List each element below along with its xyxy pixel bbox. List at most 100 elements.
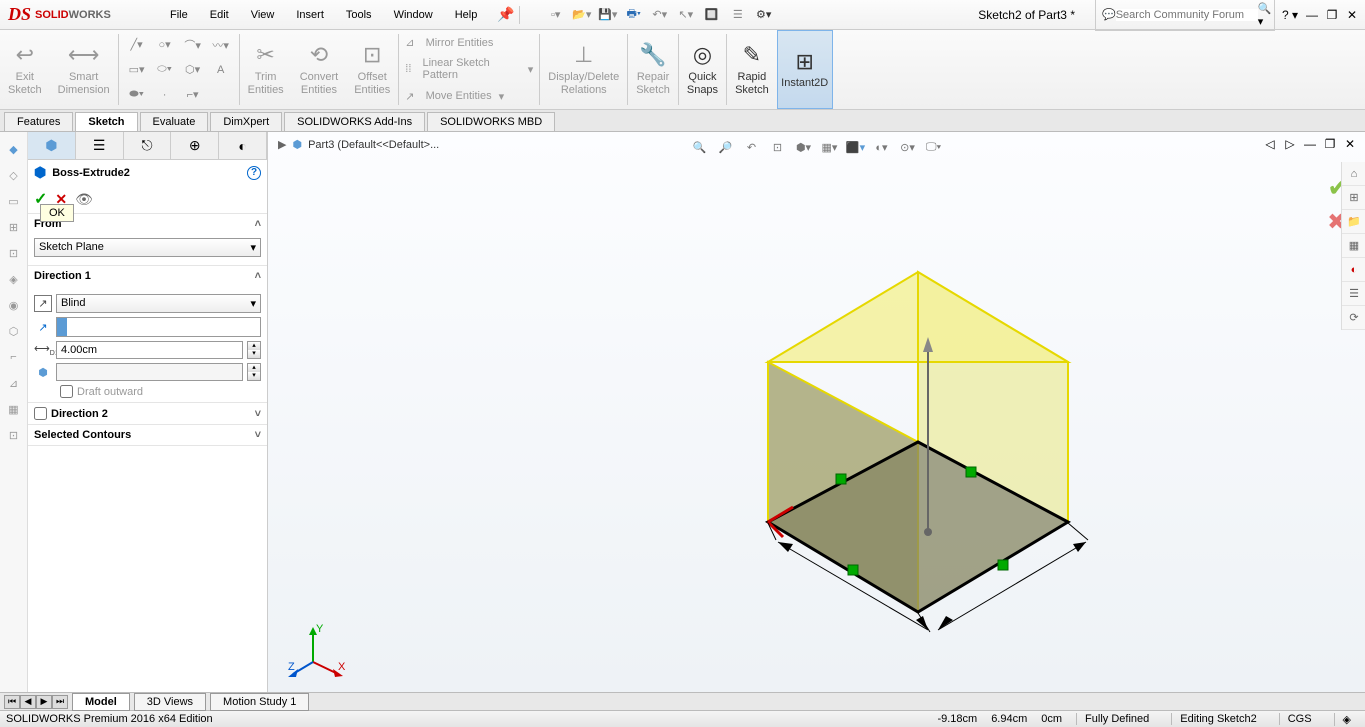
ls-assembly-icon[interactable]: ◇ — [3, 164, 25, 186]
vp-max[interactable]: ❐ — [1321, 136, 1339, 152]
undo-icon[interactable]: ↶▾ — [648, 4, 672, 26]
rs-folder-icon[interactable]: 📁 — [1342, 210, 1365, 234]
smart-dimension-button[interactable]: ⟷Smart Dimension — [50, 30, 118, 109]
breadcrumb-expand[interactable]: ▶ — [278, 138, 286, 151]
contours-header[interactable]: Selected Contours˅ — [28, 425, 267, 445]
tab-model[interactable]: Model — [72, 693, 130, 711]
move-icon[interactable]: ↗ — [405, 90, 414, 103]
preview-button[interactable]: 👁 — [75, 191, 93, 208]
draft-outward-checkbox[interactable] — [60, 385, 73, 398]
search-input[interactable] — [1116, 9, 1258, 21]
direction1-header[interactable]: Direction 1˄ — [28, 266, 267, 286]
search-box[interactable]: 💬 🔍▾ — [1095, 0, 1275, 31]
view-orient-icon[interactable]: ⬢▾ — [793, 136, 815, 158]
depth-input[interactable] — [56, 341, 243, 359]
rs-forum-icon[interactable]: ⟳ — [1342, 306, 1365, 330]
tab-first[interactable]: ⏮ — [4, 695, 20, 709]
ls-icon-7[interactable]: ◉ — [3, 294, 25, 316]
display-style-icon[interactable]: ▦▾ — [819, 136, 841, 158]
repair-sketch-button[interactable]: 🔧Repair Sketch — [628, 30, 678, 109]
rs-prop-icon[interactable]: ☰ — [1342, 282, 1365, 306]
poly-icon[interactable]: ⬡▾ — [181, 59, 205, 81]
direction2-checkbox[interactable] — [34, 407, 47, 420]
offset-entities-button[interactable]: ⊡Offset Entities — [346, 30, 398, 109]
rs-home-icon[interactable]: ⌂ — [1342, 162, 1365, 186]
tab-sketch[interactable]: Sketch — [75, 112, 137, 131]
tab-motion[interactable]: Motion Study 1 — [210, 693, 309, 711]
open-icon[interactable]: 📂▾ — [570, 4, 594, 26]
ellipse-icon[interactable]: ⬬▾ — [125, 84, 149, 106]
close-button[interactable]: ✕ — [1343, 7, 1361, 23]
depth-spinner[interactable]: ▴▾ — [247, 341, 261, 359]
minimize-button[interactable]: — — [1303, 7, 1321, 23]
new-icon[interactable]: ▫▾ — [544, 4, 568, 26]
rapid-sketch-button[interactable]: ✎Rapid Sketch — [727, 30, 777, 109]
prop-tab-display[interactable]: ⎋ — [124, 132, 172, 159]
rebuild-icon[interactable]: 🔲 — [700, 4, 724, 26]
tab-next[interactable]: ▶ — [36, 695, 52, 709]
rs-appear-icon[interactable]: ◐ — [1342, 258, 1365, 282]
ls-drawing-icon[interactable]: ▭ — [3, 190, 25, 212]
tab-evaluate[interactable]: Evaluate — [140, 112, 209, 131]
options-icon[interactable]: ⚙▾ — [752, 4, 776, 26]
maximize-button[interactable]: ❐ — [1323, 7, 1341, 23]
ls-icon-9[interactable]: ⌐ — [3, 346, 25, 368]
apply-scene-icon[interactable]: ⊙▾ — [897, 136, 919, 158]
print-icon[interactable]: 🖶▾ — [622, 4, 646, 26]
tab-3dviews[interactable]: 3D Views — [134, 693, 206, 711]
hide-show-icon[interactable]: ⬛▾ — [845, 136, 867, 158]
convert-entities-button[interactable]: ⟲Convert Entities — [292, 30, 347, 109]
draft-input[interactable] — [56, 363, 243, 381]
zoom-area-icon[interactable]: 🔎 — [715, 136, 737, 158]
fillet-icon[interactable]: ⌐▾ — [181, 84, 205, 106]
help-dropdown[interactable]: ? ▾ — [1281, 7, 1299, 23]
vp-next[interactable]: ▷ — [1281, 136, 1299, 152]
end-condition-select[interactable]: Blind▾ — [56, 294, 261, 313]
quick-snaps-button[interactable]: ◎Quick Snaps — [679, 30, 726, 109]
3d-viewport[interactable]: ▶ ⬢ Part3 (Default<<Default>... 🔍 🔎 ↶ ⊡ … — [268, 132, 1365, 692]
section-icon[interactable]: ⊡ — [767, 136, 789, 158]
instant2d-button[interactable]: ⊞Instant2D — [777, 30, 833, 109]
zoom-fit-icon[interactable]: 🔍 — [689, 136, 711, 158]
view-settings-icon[interactable]: 🖵▾ — [923, 136, 945, 158]
reverse-icon[interactable]: ↗ — [34, 295, 52, 312]
save-icon[interactable]: 💾▾ — [596, 4, 620, 26]
tab-features[interactable]: Features — [4, 112, 73, 131]
menu-help[interactable]: Help — [445, 3, 488, 27]
vp-close[interactable]: ✕ — [1341, 136, 1359, 152]
pin-icon[interactable]: 📌 — [497, 6, 514, 23]
prop-tab-feature[interactable]: ⬢ — [28, 132, 76, 159]
arc-icon[interactable]: ⌒▾ — [181, 34, 205, 56]
help-icon[interactable]: ? — [247, 166, 261, 180]
mirror-icon[interactable]: ⊿ — [405, 36, 414, 49]
edit-appear-icon[interactable]: ◐▾ — [871, 136, 893, 158]
direction-input[interactable] — [56, 317, 261, 337]
ls-icon-8[interactable]: ⬡ — [3, 320, 25, 342]
vp-prev[interactable]: ◁ — [1261, 136, 1279, 152]
ls-icon-10[interactable]: ⊿ — [3, 372, 25, 394]
linear-pattern-icon[interactable]: ⁞⁞ — [405, 63, 411, 75]
vp-min[interactable]: — — [1301, 136, 1319, 152]
prop-tab-config[interactable]: ☰ — [76, 132, 124, 159]
rs-view-icon[interactable]: ▦ — [1342, 234, 1365, 258]
ls-icon-11[interactable]: ▦ — [3, 398, 25, 420]
tab-last[interactable]: ⏭ — [52, 695, 68, 709]
direction-arrow-icon[interactable]: ↗ — [34, 321, 52, 334]
ls-icon-4[interactable]: ⊞ — [3, 216, 25, 238]
rect-icon[interactable]: ▭▾ — [125, 59, 149, 81]
text-icon[interactable]: A — [209, 59, 233, 81]
tab-dimxpert[interactable]: DimXpert — [210, 112, 282, 131]
display-relations-button[interactable]: ⊥Display/Delete Relations — [540, 30, 627, 109]
direction2-header[interactable]: Direction 2˅ — [28, 403, 267, 424]
ls-part-icon[interactable]: ◆ — [3, 138, 25, 160]
line-icon[interactable]: ╱▾ — [125, 34, 149, 56]
menu-window[interactable]: Window — [384, 3, 443, 27]
menu-edit[interactable]: Edit — [200, 3, 239, 27]
menu-tools[interactable]: Tools — [336, 3, 382, 27]
ls-icon-12[interactable]: ⊡ — [3, 424, 25, 446]
tab-addins[interactable]: SOLIDWORKS Add-Ins — [284, 112, 425, 131]
menu-insert[interactable]: Insert — [286, 3, 334, 27]
tab-mbd[interactable]: SOLIDWORKS MBD — [427, 112, 555, 131]
menu-file[interactable]: File — [160, 3, 198, 27]
trim-entities-button[interactable]: ✂Trim Entities — [240, 30, 292, 109]
